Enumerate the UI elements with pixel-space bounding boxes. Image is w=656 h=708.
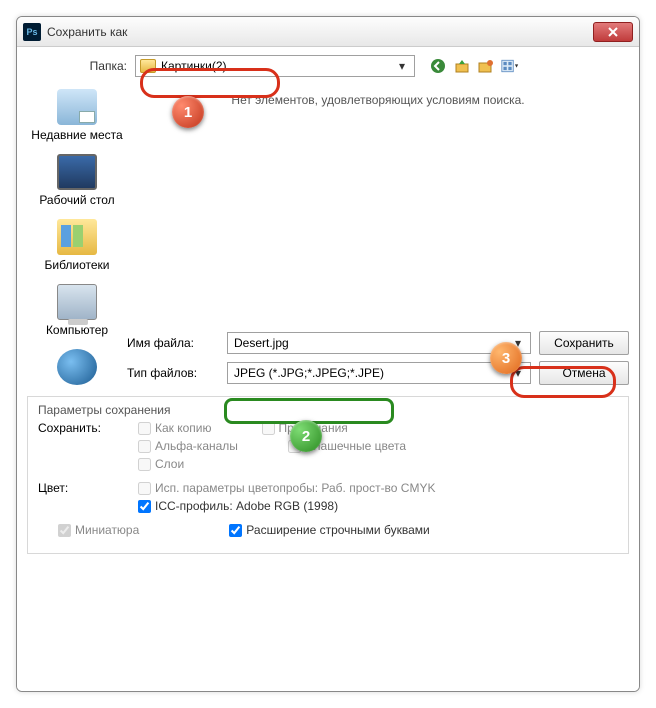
network-icon	[57, 349, 97, 385]
filetype-combo[interactable]: JPEG (*.JPG;*.JPEG;*.JPE) ▾	[227, 362, 531, 384]
save-as-dialog: Ps Сохранить как Папка: Картинки(2) ▾	[16, 16, 640, 692]
color-label: Цвет:	[38, 481, 138, 513]
chevron-down-icon[interactable]: ▾	[394, 58, 410, 74]
save-button[interactable]: Сохранить	[539, 331, 629, 355]
folder-value: Картинки(2)	[161, 59, 227, 73]
annotation-callout-1: 1	[172, 96, 204, 128]
annotation-callout-3: 3	[490, 342, 522, 374]
folder-label: Папка:	[27, 59, 135, 73]
checkbox-proof[interactable]: Исп. параметры цветопробы: Раб. прост-во…	[138, 481, 618, 495]
place-desktop[interactable]: Рабочий стол	[39, 154, 114, 207]
cancel-button[interactable]: Отмена	[539, 361, 629, 385]
recent-places-icon	[57, 89, 97, 125]
place-network[interactable]	[57, 349, 97, 388]
checkbox-icc[interactable]: ICC-профиль: Adobe RGB (1998)	[138, 499, 618, 513]
place-computer[interactable]: Компьютер	[46, 284, 108, 337]
annotation-callout-2: 2	[290, 420, 322, 452]
close-button[interactable]	[593, 22, 633, 42]
computer-icon	[57, 284, 97, 320]
place-recent[interactable]: Недавние места	[31, 89, 122, 142]
save-options-fieldset: Параметры сохранения Сохранить: Как копи…	[27, 396, 629, 554]
checkbox-layers[interactable]: Слои	[138, 457, 184, 471]
filename-label: Имя файла:	[127, 336, 227, 350]
window-title: Сохранить как	[47, 25, 593, 39]
place-libraries[interactable]: Библиотеки	[44, 219, 109, 272]
checkbox-lowercase-ext[interactable]: Расширение строчными буквами	[229, 523, 429, 537]
new-folder-icon[interactable]	[477, 57, 495, 75]
file-list-pane[interactable]: Нет элементов, удовлетворяющих условиям …	[127, 83, 629, 328]
back-icon[interactable]	[429, 57, 447, 75]
view-menu-icon[interactable]	[501, 57, 519, 75]
filetype-label: Тип файлов:	[127, 366, 227, 380]
libraries-icon	[57, 219, 97, 255]
titlebar: Ps Сохранить как	[17, 17, 639, 47]
desktop-icon	[57, 154, 97, 190]
close-icon	[607, 26, 619, 38]
checkbox-thumbnail[interactable]: Миниатюра	[58, 523, 139, 537]
empty-message: Нет элементов, удовлетворяющих условиям …	[137, 93, 619, 107]
folder-combo[interactable]: Картинки(2) ▾	[135, 55, 415, 77]
photoshop-icon: Ps	[23, 23, 41, 41]
save-as-label: Сохранить:	[38, 421, 138, 471]
filename-input[interactable]: Desert.jpg ▾	[227, 332, 531, 354]
folder-icon	[140, 59, 156, 73]
places-bar: Недавние места Рабочий стол Библиотеки К…	[27, 83, 127, 388]
toolbar-icons	[429, 57, 519, 75]
save-options-title: Параметры сохранения	[38, 403, 618, 417]
checkbox-as-copy[interactable]: Как копию	[138, 421, 212, 435]
checkbox-alpha[interactable]: Альфа-каналы	[138, 439, 238, 453]
up-icon[interactable]	[453, 57, 471, 75]
